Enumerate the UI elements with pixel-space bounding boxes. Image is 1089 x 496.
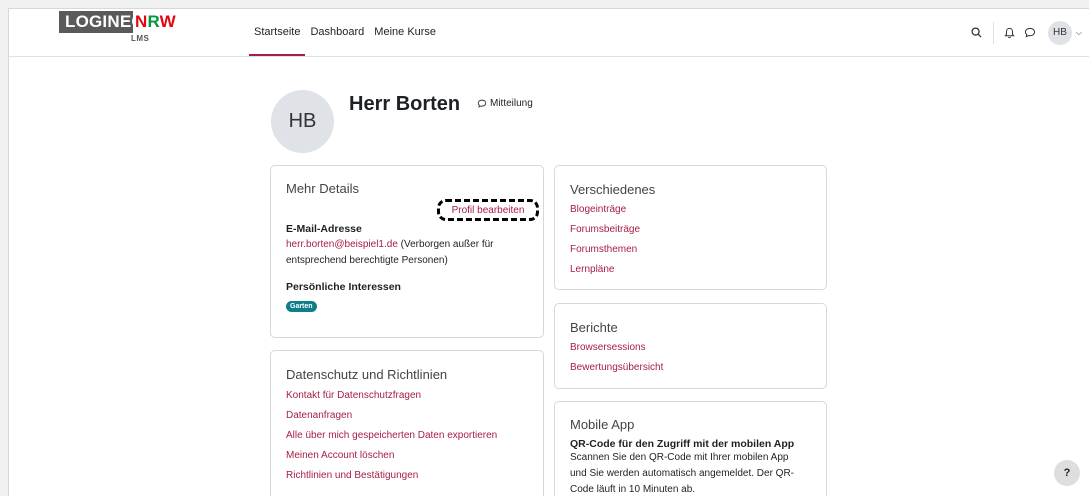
delete-account-link[interactable]: Meinen Account löschen [286,446,497,466]
learning-plans-link[interactable]: Lernpläne [570,260,640,280]
email-visibility-note-2: entsprechend berechtigte Personen) [286,255,448,266]
edit-profile-button[interactable]: Profil bearbeiten [437,199,539,221]
logineo-logo[interactable]: LOGINEO NRW LMS [59,11,179,45]
navbar-actions: HB ⌵ [967,9,1082,56]
logo-sub-lms: LMS [131,34,150,43]
misc-card: Verschiedenes Blogeinträge Forumsbeiträg… [554,165,827,290]
chevron-down-icon[interactable]: ⌵ [1076,28,1082,38]
nav-startseite[interactable]: Startseite [249,9,306,56]
interest-badge[interactable]: Garten [286,301,317,312]
reports-card-title: Berichte [570,320,618,335]
profile-name: Herr Borten [349,93,461,115]
forum-posts-link[interactable]: Forumsbeiträge [570,220,640,240]
privacy-card-title: Datenschutz und Richtlinien [286,367,448,382]
edit-profile-label: Profil bearbeiten [451,204,525,216]
details-card: Mehr Details Profil bearbeiten E-Mail-Ad… [270,165,544,338]
data-requests-link[interactable]: Datenanfragen [286,406,497,426]
details-card-title: Mehr Details [286,181,359,196]
blog-entries-link[interactable]: Blogeinträge [570,200,640,220]
profile-avatar: HB [271,90,334,153]
privacy-card: Datenschutz und Richtlinien Kontakt für … [270,350,544,496]
search-icon[interactable] [967,23,987,43]
qr-instructions-line-2: und Sie werden automatisch angemeldet. D… [570,468,795,479]
email-link[interactable]: herr.borten@beispiel1.de [286,239,398,250]
logo-word-nrw: NRW [135,12,176,31]
grades-overview-link[interactable]: Bewertungsübersicht [570,358,663,378]
browser-sessions-link[interactable]: Browsersessions [570,338,663,358]
email-visibility-note: (Verborgen außer für [397,239,494,250]
help-button[interactable]: ? [1054,460,1080,486]
interests-label: Persönliche Interessen [286,281,401,293]
bell-icon[interactable] [1000,23,1020,43]
misc-card-title: Verschiedenes [570,182,656,197]
export-data-link[interactable]: Alle über mich gespeicherten Daten expor… [286,426,497,446]
page-frame: LOGINEO NRW LMS Startseite Dashboard Mei… [8,8,1089,496]
reports-card: Berichte Browsersessions Bewertungsübers… [554,303,827,389]
privacy-contact-link[interactable]: Kontakt für Datenschutzfragen [286,386,497,406]
top-navbar: LOGINEO NRW LMS Startseite Dashboard Mei… [9,9,1089,57]
qr-instructions-line-1: Scannen Sie den QR-Code mit Ihrer mobile… [570,452,789,463]
qr-instructions-line-3: Code läuft in 10 Minuten ab. [570,484,696,495]
message-link-label: Mitteilung [490,98,533,109]
user-avatar[interactable]: HB [1047,20,1072,45]
forum-topics-link[interactable]: Forumsthemen [570,240,640,260]
email-label: E-Mail-Adresse [286,223,362,235]
nav-meine-kurse[interactable]: Meine Kurse [369,9,441,54]
mobile-app-card: Mobile App QR-Code für den Zugriff mit d… [554,401,827,496]
messages-icon[interactable] [1020,23,1040,43]
message-bubble-icon [477,99,487,108]
mobile-app-card-title: Mobile App [570,417,635,432]
policies-link[interactable]: Richtlinien und Bestätigungen [286,466,497,486]
navbar-divider [992,21,994,44]
qr-code-heading: QR-Code für den Zugriff mit der mobilen … [570,438,795,450]
send-message-link[interactable]: Mitteilung [477,98,533,109]
logo-word-logineo: LOGINEO [59,11,145,33]
nav-dashboard[interactable]: Dashboard [305,9,369,54]
primary-navigation: Startseite Dashboard Meine Kurse [249,9,441,56]
